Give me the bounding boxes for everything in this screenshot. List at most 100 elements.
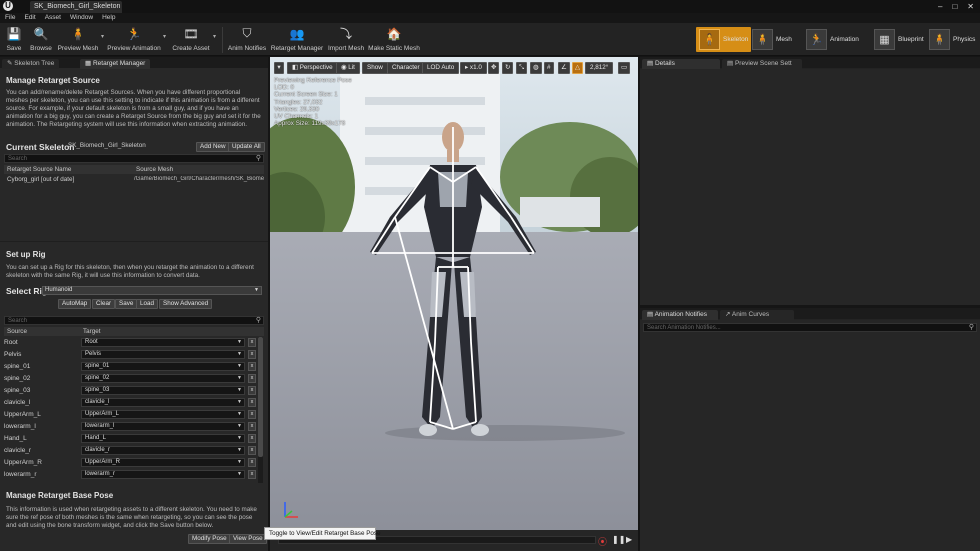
clear-mapping-button[interactable]: x xyxy=(248,362,256,371)
lod-button[interactable]: LOD Auto xyxy=(422,62,460,74)
col-source[interactable]: Source xyxy=(7,327,27,336)
make-static-mesh-button[interactable]: 🏠 Make Static Mesh xyxy=(368,25,420,53)
document-tab[interactable]: SK_Biomech_Girl_Skeleton xyxy=(30,1,122,13)
chevron-down-icon[interactable]: ▾ xyxy=(101,33,104,40)
surface-snap-button[interactable]: # xyxy=(544,62,554,74)
rig-search-input[interactable]: Search ⚲ xyxy=(4,316,264,325)
mode-skeleton[interactable]: 🧍 Skeleton xyxy=(696,27,752,52)
scale-tool-button[interactable]: ⤡ xyxy=(516,62,528,74)
rig-row-target-select[interactable]: Root ▼ xyxy=(81,338,245,347)
mode-physics[interactable]: 🧍 Physics xyxy=(929,27,975,52)
translate-tool-button[interactable]: ✥ xyxy=(488,62,500,74)
character-button[interactable]: Character xyxy=(387,62,425,74)
clear-mapping-button[interactable]: x xyxy=(248,470,256,479)
preview-mesh-button[interactable]: 🧍 Preview Mesh ▾ xyxy=(58,25,104,53)
world-local-button[interactable]: ◍ xyxy=(530,62,542,74)
menu-file[interactable]: File xyxy=(5,13,15,23)
show-button[interactable]: Show xyxy=(362,62,388,74)
minimize-icon[interactable]: – xyxy=(938,2,942,11)
clear-mapping-button[interactable]: x xyxy=(248,422,256,431)
scrollbar-thumb[interactable] xyxy=(258,337,263,457)
chevron-down-icon[interactable]: ▾ xyxy=(163,33,166,40)
notifies-search-input[interactable]: Search Animation Notifies... ⚲ xyxy=(643,323,977,332)
view-pose-button[interactable]: View Pose xyxy=(229,534,267,544)
rig-row-target-select[interactable]: UpperArm_L ▼ xyxy=(81,410,245,419)
tab-retarget-manager[interactable]: ▦ Retarget Manager xyxy=(80,59,151,69)
clear-mapping-button[interactable]: x xyxy=(248,434,256,443)
viewport-scene[interactable]: ▾ ◧ Perspective ◉ Lit Show Character LOD… xyxy=(270,57,638,530)
clear-mapping-button[interactable]: x xyxy=(248,458,256,467)
camera-speed-icon-button[interactable]: △ xyxy=(572,62,583,74)
record-icon[interactable]: ⦿ xyxy=(598,535,607,548)
maximize-viewport-button[interactable]: ▭ xyxy=(618,62,630,74)
clear-mapping-button[interactable]: x xyxy=(248,350,256,359)
mode-animation[interactable]: 🏃 Animation xyxy=(806,27,859,52)
clear-mapping-button[interactable]: x xyxy=(248,386,256,395)
tab-skeleton-tree[interactable]: ✎ Skeleton Tree xyxy=(2,59,60,69)
base-pose-title: Manage Retarget Base Pose xyxy=(6,491,114,500)
col-target[interactable]: Target xyxy=(83,327,101,336)
viewport-menu-button[interactable]: ▾ xyxy=(274,62,284,74)
rig-row-target-select[interactable]: lowerarm_l ▼ xyxy=(81,422,245,431)
playback-speed-button[interactable]: ▸ x1.0 xyxy=(460,62,487,74)
rig-row-target-select[interactable]: spine_01 ▼ xyxy=(81,362,245,371)
preview-animation-button[interactable]: 🏃 Preview Animation ▾ xyxy=(107,25,166,53)
retarget-source-row[interactable]: Cyborg_girl [out of date] /Game/Biomech_… xyxy=(4,175,264,185)
load-rig-button[interactable]: Load xyxy=(136,299,159,309)
add-new-button[interactable]: Add New xyxy=(196,142,230,152)
col-retarget-source-name[interactable]: Retarget Source Name xyxy=(7,165,71,174)
rig-row-target-select[interactable]: spine_03 ▼ xyxy=(81,386,245,395)
anim-notifies-button[interactable]: ⛉ Anim Notifies xyxy=(228,25,266,52)
pause-icon[interactable]: ❚❚ xyxy=(612,535,625,544)
rig-list-scrollbar[interactable] xyxy=(258,337,263,483)
rig-row-target-select[interactable]: clavicle_l ▼ xyxy=(81,398,245,407)
col-source-mesh[interactable]: Source Mesh xyxy=(136,165,173,174)
tab-details[interactable]: ▤ Details xyxy=(642,59,720,69)
import-mesh-button[interactable]: ⤵ Import Mesh xyxy=(328,25,364,52)
retarget-source-search-input[interactable]: Search ⚲ xyxy=(4,154,264,163)
camera-speed-button[interactable]: 2,812° xyxy=(585,62,614,74)
menu-edit[interactable]: Edit xyxy=(24,13,35,23)
play-forward-icon[interactable]: ▶ xyxy=(626,535,632,544)
show-advanced-button[interactable]: Show Advanced xyxy=(159,299,213,309)
create-asset-button[interactable]: 🎞 Create Asset ▾ xyxy=(172,25,216,53)
tab-anim-curves[interactable]: ↗ Anim Curves xyxy=(720,310,794,320)
details-panel xyxy=(640,69,980,305)
close-icon[interactable]: ✕ xyxy=(967,2,974,11)
tab-preview-scene-settings[interactable]: ▤ Preview Scene Sett xyxy=(722,59,802,69)
clear-mapping-button[interactable]: x xyxy=(248,398,256,407)
chevron-down-icon[interactable]: ▾ xyxy=(213,33,216,40)
clear-mapping-button[interactable]: x xyxy=(248,374,256,383)
modify-pose-button[interactable]: Modify Pose xyxy=(188,534,231,544)
save-button[interactable]: 💾 Save xyxy=(4,25,24,53)
retarget-manager-button[interactable]: 👥 Retarget Manager xyxy=(271,25,323,53)
perspective-button[interactable]: ◧ Perspective xyxy=(287,62,338,74)
mode-mesh[interactable]: 🧍 Mesh xyxy=(752,27,792,52)
rig-row-target-select[interactable]: lowerarm_r ▼ xyxy=(81,470,245,479)
rig-row-target-select[interactable]: Hand_L ▼ xyxy=(81,434,245,443)
rotate-tool-button[interactable]: ↻ xyxy=(502,62,514,74)
menu-window[interactable]: Window xyxy=(70,13,93,23)
rig-select[interactable]: Humanoid ▼ xyxy=(42,286,262,295)
save-rig-button[interactable]: Save xyxy=(115,299,138,309)
rig-row-target-select[interactable]: spine_02 ▼ xyxy=(81,374,245,383)
clear-mapping-button[interactable]: x xyxy=(248,410,256,419)
preview-viewport[interactable]: ▾ ◧ Perspective ◉ Lit Show Character LOD… xyxy=(270,57,638,551)
menu-asset[interactable]: Asset xyxy=(45,13,61,23)
clear-mapping-button[interactable]: x xyxy=(248,446,256,455)
clear-mapping-button[interactable]: x xyxy=(248,338,256,347)
rig-row-target-select[interactable]: clavicle_r ▼ xyxy=(81,446,245,455)
maximize-icon[interactable]: □ xyxy=(952,2,957,11)
rig-row-target-select[interactable]: UpperArm_R ▼ xyxy=(81,458,245,467)
mode-blueprint[interactable]: ▦ Blueprint xyxy=(874,27,924,52)
update-all-button[interactable]: Update All xyxy=(228,142,265,152)
menu-help[interactable]: Help xyxy=(102,13,115,23)
unreal-logo-icon[interactable]: U xyxy=(3,1,13,11)
rig-row-target-select[interactable]: Pelvis ▼ xyxy=(81,350,245,359)
clear-button[interactable]: Clear xyxy=(92,299,116,309)
automap-button[interactable]: AutoMap xyxy=(58,299,92,309)
tab-animation-notifies[interactable]: ▤ Animation Notifies xyxy=(642,310,718,320)
browse-button[interactable]: 🔍 Browse xyxy=(30,25,52,53)
rotation-snap-button[interactable]: ∠ xyxy=(558,62,570,74)
lit-button[interactable]: ◉ Lit xyxy=(336,62,360,74)
